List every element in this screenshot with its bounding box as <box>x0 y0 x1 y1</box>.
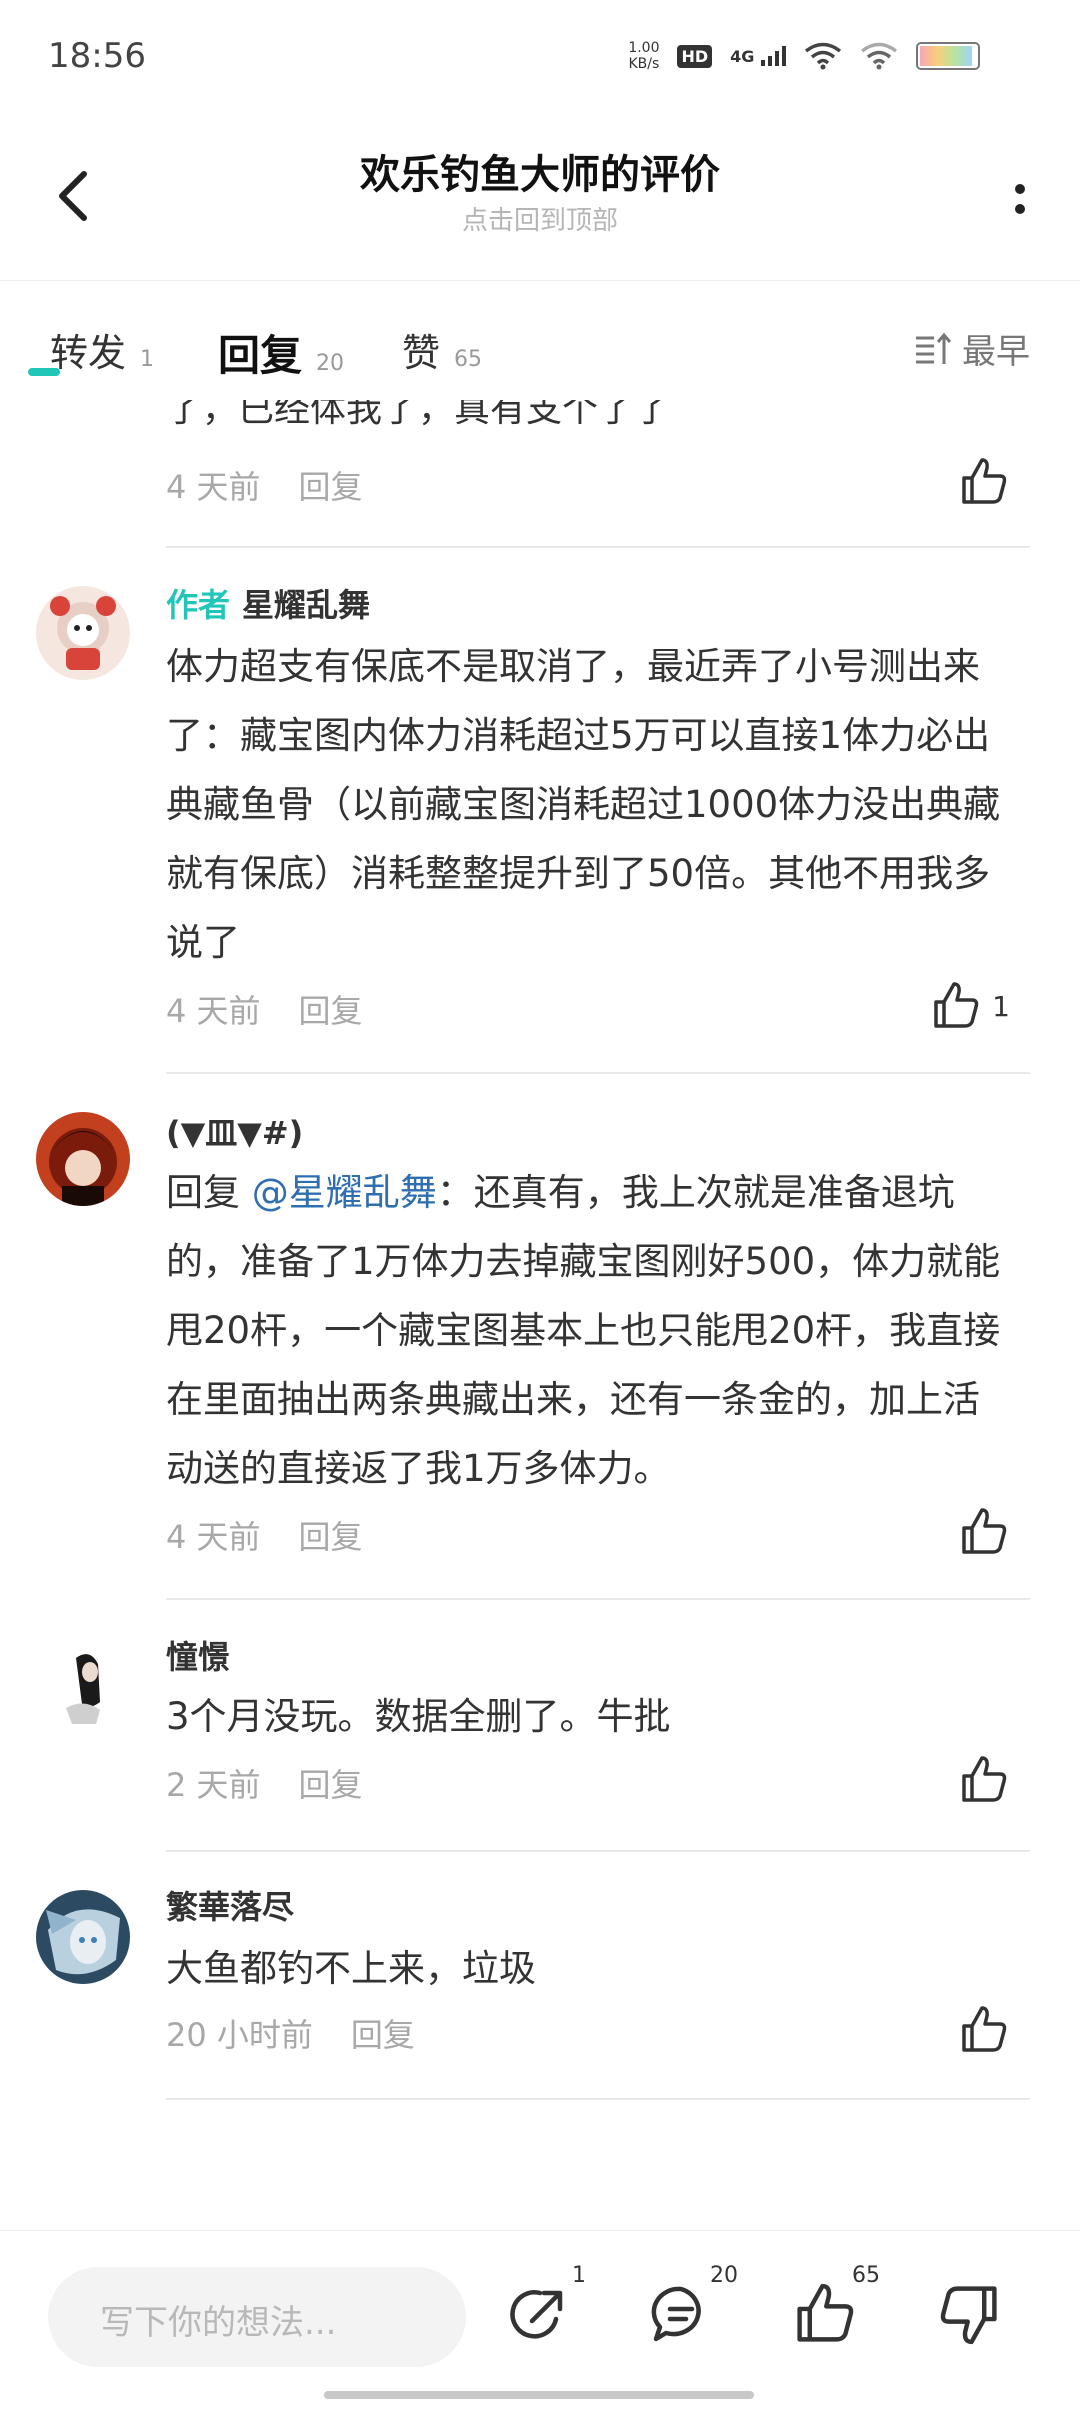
comment-time: 20 小时前 <box>166 2016 313 2054</box>
comment-input[interactable]: 写下你的想法... <box>48 2267 466 2367</box>
reply-button[interactable]: 回复 <box>299 1760 363 1806</box>
like-button[interactable] <box>958 2004 1010 2056</box>
status-bar: 18:56 1.00 KB/s HD 4G <box>0 0 1080 110</box>
hd-icon: HD <box>677 44 713 68</box>
comment-meta: 4 天前 回复 <box>166 1512 363 1558</box>
bottom-action-bar: 写下你的想法... 1 20 65 <box>0 2230 1080 2409</box>
tab-count: 65 <box>454 347 483 372</box>
divider <box>166 1072 1030 1074</box>
more-button[interactable] <box>1000 165 1040 235</box>
tab-replies[interactable]: 回复 20 <box>218 322 344 383</box>
comment-text: 3个月没玩。数据全删了。牛批 <box>166 1695 671 1738</box>
comment-author[interactable]: 作者 星耀乱舞 <box>166 580 370 626</box>
comment-meta: 20 小时前 回复 <box>166 2010 415 2056</box>
status-time: 18:56 <box>48 36 146 76</box>
more-vertical-icon <box>1015 184 1025 214</box>
home-indicator[interactable] <box>324 2391 754 2399</box>
like-button[interactable] <box>958 456 1010 508</box>
page-title[interactable]: 欢乐钓鱼大师的评价 <box>0 142 1080 200</box>
comment-time: 4 天前 <box>166 1518 261 1556</box>
comment-input-placeholder: 写下你的想法... <box>100 2303 337 2343</box>
sort-icon <box>916 332 952 364</box>
reply-button[interactable]: 回复 <box>299 1512 363 1558</box>
divider <box>166 1598 1030 1600</box>
comment-count: 20 <box>710 2263 738 2288</box>
reply-prefix: 回复 <box>166 1171 252 1214</box>
thumbs-up-icon <box>934 982 979 1028</box>
wifi-icon <box>804 42 842 70</box>
tab-reposts[interactable]: 转发 1 <box>50 322 154 377</box>
like-button[interactable] <box>958 1506 1010 1558</box>
avatar[interactable] <box>36 1112 130 1206</box>
tab-label: 回复 <box>218 331 303 380</box>
comment-text: 大鱼都钓不上来，垃圾 <box>166 1947 536 1990</box>
tab-count: 1 <box>140 347 155 372</box>
tab-label: 赞 <box>402 331 441 375</box>
wifi-icon <box>860 42 898 70</box>
comment-list[interactable]: 了，已经体我了，真有支个了了 4 天前 回复 作者 星耀乱舞 体力超支有保底不是取… <box>0 400 1080 2230</box>
comment-time: 4 天前 <box>166 468 261 506</box>
tab-label: 转发 <box>50 331 127 375</box>
avatar[interactable] <box>36 586 130 680</box>
comment-text: 回复 @星耀乱舞：还真有，我上次就是准备退坑的，准备了1万体力去掉藏宝图刚好50… <box>166 1158 1016 1503</box>
share-button[interactable] <box>506 2281 572 2347</box>
author-name: 星耀乱舞 <box>242 586 371 624</box>
comment-body: ：还真有，我上次就是准备退坑的，准备了1万体力去掉藏宝图刚好500，体力就能甩2… <box>166 1171 1001 1490</box>
divider <box>166 1850 1030 1852</box>
like-count: 65 <box>852 2263 880 2288</box>
thumbs-up-icon <box>962 1508 1007 1554</box>
network-speed: 1.00 KB/s <box>628 40 659 72</box>
status-icons: 1.00 KB/s HD 4G <box>628 40 980 72</box>
tab-bar: 转发 1 回复 20 赞 65 最早 <box>0 280 1080 400</box>
network-type: 4G <box>730 47 755 66</box>
comment-text: 体力超支有保底不是取消了，最近弄了小号测出来了：藏宝图内体力消耗超过5万可以直接… <box>166 645 1001 964</box>
comment-meta: 4 天前 回复 <box>166 462 363 508</box>
dislike-button[interactable] <box>936 2281 1002 2347</box>
like-count: 1 <box>992 989 1010 1023</box>
comment-text-partial: 了，已经体我了，真有支个了了 <box>166 400 671 430</box>
mention-link[interactable]: @星耀乱舞 <box>252 1171 437 1214</box>
thumbs-up-icon <box>962 1756 1007 1802</box>
comment-author[interactable]: 繁華落尽 <box>166 1882 294 1928</box>
thumbs-up-icon <box>797 2283 854 2342</box>
scroll-to-top-hint[interactable]: 点击回到顶部 <box>0 200 1080 237</box>
like-post-button[interactable] <box>792 2281 858 2347</box>
tab-likes[interactable]: 赞 65 <box>402 322 482 377</box>
comment-meta: 4 天前 回复 <box>166 986 363 1032</box>
share-count: 1 <box>572 2263 586 2288</box>
tab-indicator <box>28 368 60 376</box>
header: 欢乐钓鱼大师的评价 点击回到顶部 <box>0 110 1080 281</box>
comment-time: 4 天前 <box>166 992 261 1030</box>
battery-icon <box>916 42 980 70</box>
thumbs-up-icon <box>962 2006 1007 2052</box>
network-speed-value: 1.00 <box>628 40 660 56</box>
avatar[interactable] <box>36 1890 130 1984</box>
thumbs-up-icon <box>962 458 1007 504</box>
avatar[interactable] <box>36 1638 130 1732</box>
sort-label: 最早 <box>962 332 1030 372</box>
sort-button[interactable]: 最早 <box>914 324 1030 373</box>
share-icon <box>510 2290 563 2339</box>
comment-author[interactable]: 憧憬 <box>166 1632 230 1678</box>
reply-button[interactable]: 回复 <box>299 462 363 508</box>
tab-count: 20 <box>316 351 345 376</box>
comment-bubble-icon <box>651 2286 701 2342</box>
signal-icon: 4G <box>730 46 786 66</box>
thumbs-down-icon <box>940 2286 997 2345</box>
comment-button[interactable] <box>648 2281 714 2347</box>
comment-time: 2 天前 <box>166 1766 261 1804</box>
network-speed-unit: KB/s <box>628 56 660 72</box>
like-button[interactable]: 1 <box>930 980 1010 1032</box>
comment-author[interactable]: (▼皿▼#) <box>166 1108 303 1154</box>
author-badge: 作者 <box>166 586 231 624</box>
reply-button[interactable]: 回复 <box>299 986 363 1032</box>
divider <box>166 2098 1030 2100</box>
comment-meta: 2 天前 回复 <box>166 1760 363 1806</box>
reply-button[interactable]: 回复 <box>351 2010 415 2056</box>
divider <box>166 546 1030 548</box>
like-button[interactable] <box>958 1754 1010 1806</box>
